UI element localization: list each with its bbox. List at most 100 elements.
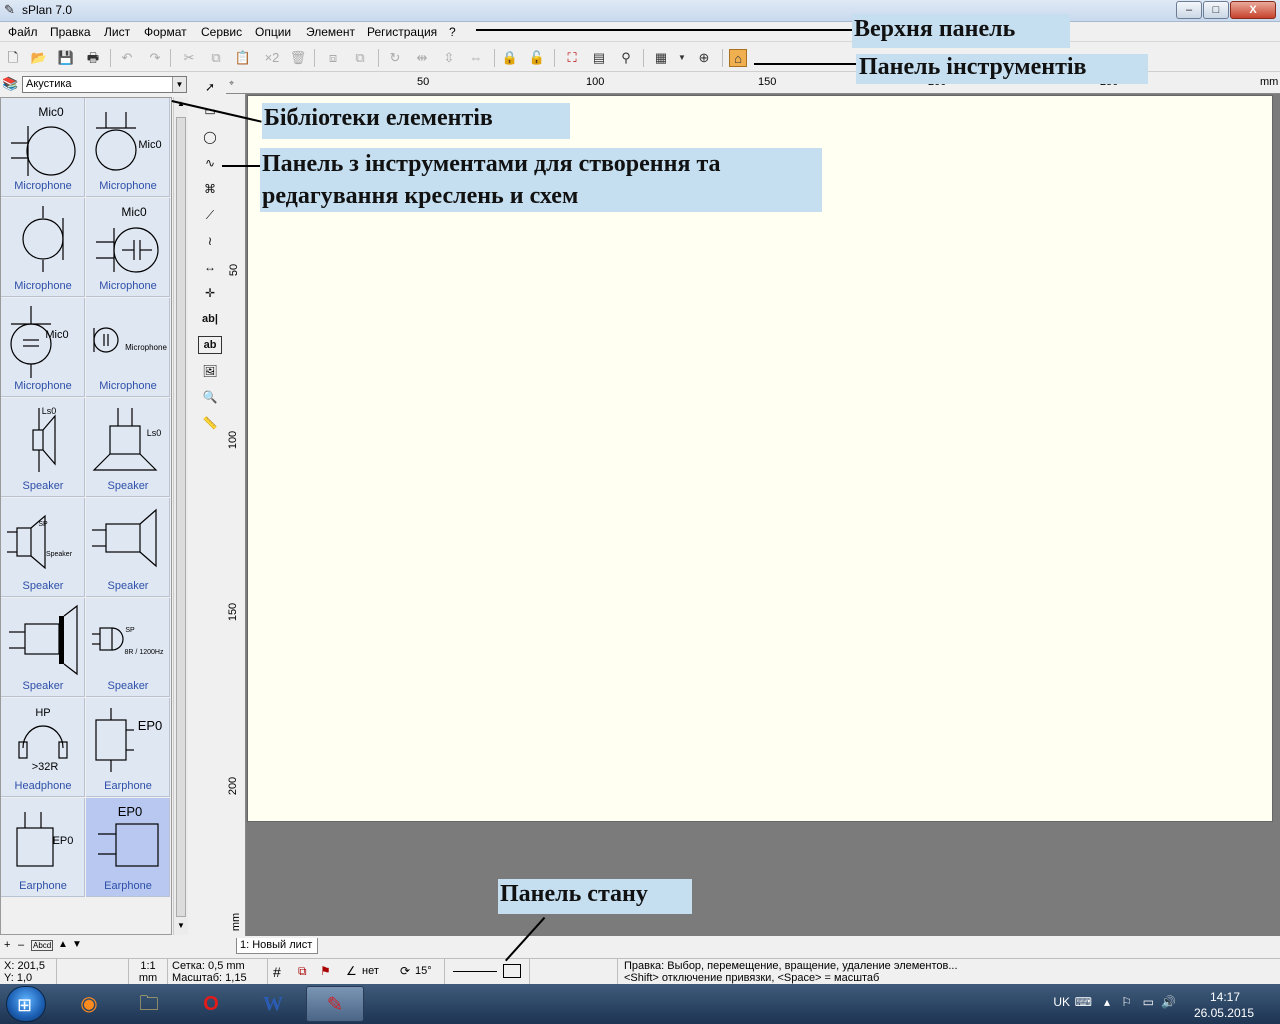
menu-options[interactable]: Опции <box>255 25 291 39</box>
scroll-down-icon[interactable]: ▼ <box>176 921 186 930</box>
rename-library-button[interactable]: Abcd <box>31 940 54 951</box>
snap-icon[interactable]: ⧉ <box>298 964 307 979</box>
splan-icon[interactable]: ✎ <box>306 986 364 1022</box>
open-icon[interactable]: 📂 <box>30 49 48 67</box>
menu-format[interactable]: Формат <box>144 25 187 39</box>
sheet-tab[interactable]: 1: Новый лист <box>236 938 318 954</box>
explorer-icon[interactable]: 🗀 <box>120 986 178 1022</box>
print-icon[interactable]: 🖶 <box>84 49 102 67</box>
redo-icon[interactable]: ↷ <box>146 49 164 67</box>
measure-tool[interactable]: 📏 <box>198 412 222 434</box>
rotate-step-icon[interactable]: ⟳ <box>400 964 410 978</box>
clock-time[interactable]: 14:17 <box>1210 990 1240 1004</box>
library-item[interactable]: Microphone Microphone <box>86 298 170 397</box>
properties-icon[interactable]: ▤ <box>590 49 608 67</box>
dimension-tool[interactable]: ↔ <box>198 256 222 278</box>
remove-library-button[interactable]: – <box>18 939 24 951</box>
freehand-tool[interactable]: ∿ <box>198 152 222 174</box>
mirror-h-icon[interactable]: ⇹ <box>413 49 431 67</box>
new-icon[interactable]: 🗋 <box>4 49 22 67</box>
node-tool[interactable]: ✛ <box>198 282 222 304</box>
library-select[interactable]: Акустика ▼ <box>22 76 187 93</box>
volume-icon[interactable]: 🔊 <box>1161 995 1176 1009</box>
to-front-icon[interactable]: ⧉ <box>351 49 369 67</box>
word-icon[interactable]: W <box>244 986 302 1022</box>
image-tool[interactable]: 🖼 <box>198 360 222 382</box>
line-style-box[interactable] <box>444 959 530 985</box>
library-item[interactable]: EP0 Earphone <box>86 798 170 897</box>
ellipse-tool[interactable]: ◯ <box>198 126 222 148</box>
chevron-down-icon[interactable]: ▼ <box>676 49 688 67</box>
copy-icon[interactable]: ⧉ <box>207 49 225 67</box>
library-item[interactable]: Ls0 Speaker <box>1 398 85 497</box>
move-up-button[interactable]: ▲ <box>58 939 68 950</box>
network-icon[interactable]: ▭ <box>1143 995 1154 1009</box>
polygon-tool[interactable]: ⌘ <box>198 178 222 200</box>
library-item[interactable]: EP0 Earphone <box>1 798 85 897</box>
rotate-icon[interactable]: ↻ <box>386 49 404 67</box>
library-item[interactable]: Speaker <box>86 498 170 597</box>
bezier-tool[interactable]: ≀ <box>198 230 222 252</box>
select-tool[interactable]: ➚ <box>198 76 222 98</box>
undo-icon[interactable]: ↶ <box>118 49 136 67</box>
library-item[interactable]: Mic0 Microphone <box>1 298 85 397</box>
firefox-icon[interactable]: ◉ <box>60 986 118 1022</box>
grid-toggle-icon[interactable]: # <box>273 964 281 980</box>
frame-icon[interactable]: ⛶ <box>563 49 581 67</box>
menu-element[interactable]: Элемент <box>306 25 355 39</box>
library-item[interactable]: Microphone <box>1 198 85 297</box>
close-button[interactable]: X <box>1230 1 1276 19</box>
menu-service[interactable]: Сервис <box>201 25 242 39</box>
image-icon[interactable]: ⌂ <box>729 49 747 67</box>
library-item[interactable]: Mic0 Microphone <box>86 98 170 197</box>
drawing-canvas-area[interactable] <box>246 94 1280 936</box>
duplicate-icon[interactable]: ×2 <box>261 49 283 67</box>
library-item[interactable]: HP >32R Headphone <box>1 698 85 797</box>
library-item[interactable]: SP 8R / 1200Hz Speaker <box>86 598 170 697</box>
menu-registration[interactable]: Регистрация <box>367 25 437 39</box>
angle-icon[interactable]: ∠ <box>346 964 357 978</box>
to-back-icon[interactable]: ⧈ <box>324 49 342 67</box>
library-item[interactable]: Speaker <box>1 598 85 697</box>
chevron-down-icon[interactable]: ▼ <box>172 77 186 92</box>
paste-icon[interactable]: 📋 <box>234 49 252 67</box>
tray-expand-icon[interactable]: ▴ <box>1104 995 1110 1009</box>
library-item[interactable]: Mic0 Microphone <box>86 198 170 297</box>
delete-icon[interactable]: 🗑 <box>289 49 307 67</box>
minimize-button[interactable]: – <box>1176 1 1202 19</box>
flag-icon[interactable]: ⚐ <box>1121 995 1132 1009</box>
opera-icon[interactable]: O <box>182 986 240 1022</box>
library-scrollbar[interactable]: ▲ ▼ <box>173 97 188 935</box>
move-down-button[interactable]: ▼ <box>72 939 82 950</box>
menu-edit[interactable]: Правка <box>50 25 91 39</box>
library-item[interactable]: Ls0 Speaker <box>86 398 170 497</box>
library-item[interactable]: Mic0 Microphone <box>1 98 85 197</box>
clock-date[interactable]: 26.05.2015 <box>1194 1006 1254 1020</box>
start-button[interactable]: ⊞ <box>6 986 46 1022</box>
zoom-icon[interactable]: ⊕ <box>695 49 713 67</box>
library-item[interactable]: SP Speaker Speaker <box>1 498 85 597</box>
add-library-button[interactable]: + <box>4 939 10 951</box>
align-icon[interactable]: ⇔ <box>467 49 485 67</box>
zoom-tool[interactable]: 🔍 <box>198 386 222 408</box>
menu-sheet[interactable]: Лист <box>104 25 130 39</box>
ruler-corner-icon[interactable]: ⌖ <box>229 78 234 89</box>
save-icon[interactable]: 💾 <box>57 49 75 67</box>
rotation-step[interactable]: 15° <box>415 965 432 977</box>
angle-mode[interactable]: нет <box>362 965 379 977</box>
search-icon[interactable]: ⚲ <box>617 49 635 67</box>
line-tool[interactable]: ⟋ <box>198 204 222 226</box>
language-indicator[interactable]: UK <box>1053 995 1070 1009</box>
unlock-icon[interactable]: 🔓 <box>528 49 546 67</box>
textbox-tool[interactable]: ab <box>198 336 222 354</box>
scrollbar-thumb[interactable] <box>176 117 186 917</box>
menu-file[interactable]: Файл <box>8 25 38 39</box>
magnet-icon[interactable]: ⚑ <box>320 964 331 978</box>
text-tool[interactable]: ab| <box>198 308 222 330</box>
library-books-icon[interactable]: 📚 <box>2 76 20 92</box>
library-item[interactable]: EP0 Earphone <box>86 698 170 797</box>
keyboard-icon[interactable]: ⌨ <box>1075 995 1092 1009</box>
cut-icon[interactable]: ✂ <box>180 49 198 67</box>
lock-icon[interactable]: 🔒 <box>501 49 519 67</box>
mirror-v-icon[interactable]: ⇳ <box>440 49 458 67</box>
